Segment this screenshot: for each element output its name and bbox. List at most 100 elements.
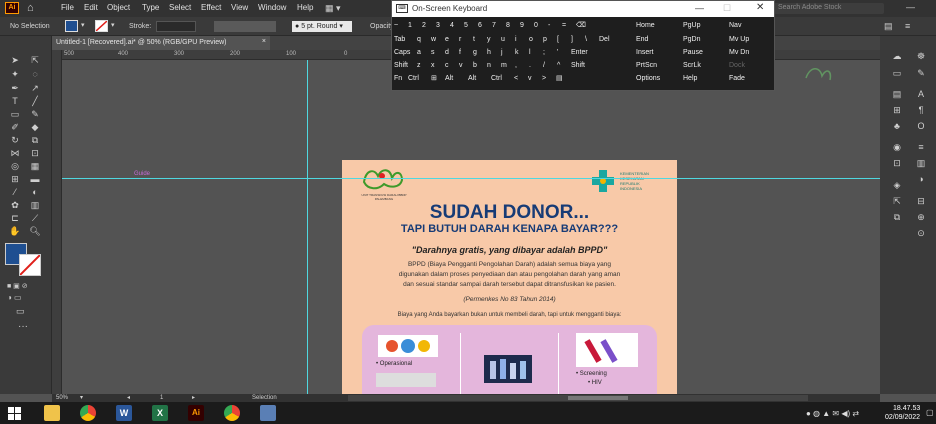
- layers-icon[interactable]: ▤: [890, 88, 904, 100]
- osk-maximize-icon[interactable]: ☐: [723, 3, 731, 14]
- osk-key[interactable]: j: [501, 47, 514, 59]
- export-icon[interactable]: ⇱: [890, 195, 904, 207]
- osk-key[interactable]: -: [548, 20, 561, 32]
- fill-dropdown-icon[interactable]: ▾: [81, 21, 85, 29]
- fill-swatch[interactable]: [65, 20, 78, 32]
- edit-toolbar-icon[interactable]: ···: [18, 321, 28, 332]
- vertical-guide[interactable]: [307, 60, 308, 394]
- pen-tool-icon[interactable]: ✒: [8, 82, 22, 94]
- osk-nav-key[interactable]: Nav: [729, 20, 773, 32]
- osk-key[interactable]: t: [473, 34, 486, 46]
- osk-key[interactable]: Enter: [571, 47, 593, 59]
- transform-icon[interactable]: ⊡: [890, 157, 904, 169]
- menu-object[interactable]: Object: [107, 3, 130, 12]
- eraser-tool-icon[interactable]: ◆: [28, 121, 42, 133]
- osk-nav-key[interactable]: PgDn: [683, 34, 727, 46]
- zoom-level[interactable]: 50%: [56, 395, 68, 401]
- osk-key[interactable]: ▤: [556, 73, 569, 85]
- osk-key[interactable]: ]: [571, 34, 584, 46]
- adobe-stock-search[interactable]: Search Adobe Stock: [774, 3, 884, 14]
- osk-key[interactable]: 4: [450, 20, 463, 32]
- osk-taskbar-icon[interactable]: [260, 405, 276, 421]
- shaper-tool-icon[interactable]: ✐: [8, 121, 22, 133]
- osk-key[interactable]: ~: [394, 20, 407, 32]
- osk-key[interactable]: q: [417, 34, 430, 46]
- artboard-tool-icon[interactable]: ⊏: [8, 212, 22, 224]
- minimize-icon[interactable]: —: [906, 2, 915, 12]
- notifications-icon[interactable]: ▢: [926, 408, 934, 417]
- direct-selection-tool-icon[interactable]: ⇱: [28, 54, 42, 66]
- osk-key[interactable]: n: [487, 60, 500, 72]
- osk-nav-key[interactable]: Pause: [683, 47, 727, 59]
- type-tool-icon[interactable]: T: [8, 95, 22, 107]
- shape-builder-tool-icon[interactable]: ◎: [8, 160, 22, 172]
- osk-key[interactable]: Caps: [394, 47, 416, 59]
- slice-tool-icon[interactable]: ⟋: [28, 212, 42, 224]
- mesh-tool-icon[interactable]: ⊞: [8, 173, 22, 185]
- paintbrush-tool-icon[interactable]: ✎: [28, 108, 42, 120]
- transparency-icon[interactable]: ◑: [914, 173, 928, 185]
- libraries-icon[interactable]: ☁: [890, 50, 904, 62]
- osk-minimize-icon[interactable]: —: [695, 3, 704, 13]
- osk-key[interactable]: h: [487, 47, 500, 59]
- osk-nav-key[interactable]: Options: [636, 73, 680, 85]
- panel-menu-icon[interactable]: ≡: [905, 21, 910, 31]
- osk-key[interactable]: s: [431, 47, 444, 59]
- artboards-icon[interactable]: ⧉: [890, 211, 904, 223]
- excel-icon[interactable]: X: [152, 405, 168, 421]
- pathfinder-icon[interactable]: ⊕: [914, 211, 928, 223]
- osk-key[interactable]: [: [557, 34, 570, 46]
- osk-key[interactable]: 5: [464, 20, 477, 32]
- clock-time[interactable]: 18.47.53: [893, 405, 920, 412]
- osk-key[interactable]: e: [445, 34, 458, 46]
- symbols-icon[interactable]: ☸: [914, 50, 928, 62]
- stroke-icon[interactable]: ≡: [914, 141, 928, 153]
- osk-key[interactable]: b: [473, 60, 486, 72]
- osk-nav-key[interactable]: End: [636, 34, 680, 46]
- menu-window[interactable]: Window: [258, 3, 286, 12]
- vertical-ruler[interactable]: [52, 50, 62, 394]
- osk-key[interactable]: 7: [492, 20, 505, 32]
- osk-key[interactable]: ,: [515, 60, 528, 72]
- menu-edit[interactable]: Edit: [84, 3, 98, 12]
- osk-key[interactable]: .: [529, 60, 542, 72]
- osk-key[interactable]: Ctrl: [408, 73, 430, 85]
- windows-start-icon[interactable]: [8, 407, 22, 420]
- hand-tool-icon[interactable]: ✋: [8, 225, 22, 237]
- osk-key[interactable]: ^: [557, 60, 570, 72]
- osk-key[interactable]: Alt: [445, 73, 467, 85]
- osk-nav-key[interactable]: Help: [683, 73, 727, 85]
- osk-key[interactable]: u: [501, 34, 514, 46]
- symbol-sprayer-tool-icon[interactable]: ✿: [8, 199, 22, 211]
- width-tool-icon[interactable]: ⋈: [8, 147, 22, 159]
- menu-help[interactable]: Help: [297, 3, 313, 12]
- selection-tool-icon[interactable]: ➤: [8, 54, 22, 66]
- stroke-dropdown-icon[interactable]: ▾: [111, 21, 115, 29]
- osk-nav-key[interactable]: ScrLk: [683, 60, 727, 72]
- osk-key[interactable]: Alt: [468, 73, 490, 85]
- brushes-icon[interactable]: ✎: [914, 67, 928, 79]
- osk-key[interactable]: Shift: [394, 60, 416, 72]
- osk-key[interactable]: Fn: [394, 73, 407, 85]
- osk-key[interactable]: 6: [478, 20, 491, 32]
- osk-titlebar[interactable]: ⌨ On-Screen Keyboard — ☐ ✕: [392, 1, 774, 17]
- system-tray-icons[interactable]: ● ◍ ▲ ✉ ◀) ⇄: [806, 409, 859, 418]
- word-icon[interactable]: W: [116, 405, 132, 421]
- canvas-area[interactable]: UNIT TRANSFUSI DARAH BBDP PALEMBANG KEME…: [62, 60, 880, 394]
- osk-key[interactable]: \: [585, 34, 598, 46]
- osk-key[interactable]: k: [515, 47, 528, 59]
- osk-key[interactable]: Tab: [394, 34, 416, 46]
- osk-key[interactable]: ⌫: [576, 20, 589, 32]
- line-tool-icon[interactable]: ╱: [28, 95, 42, 107]
- osk-key[interactable]: 9: [520, 20, 533, 32]
- stacks-icon[interactable]: ◈: [890, 179, 904, 191]
- drawing-mode-icon[interactable]: ◑ ▭: [7, 293, 45, 303]
- osk-key[interactable]: 0: [534, 20, 547, 32]
- home-icon[interactable]: ⌂: [27, 1, 41, 15]
- osk-key[interactable]: 1: [408, 20, 421, 32]
- osk-key[interactable]: =: [562, 20, 575, 32]
- osk-key[interactable]: v: [459, 60, 472, 72]
- variable-width-profile[interactable]: [214, 21, 276, 32]
- osk-nav-key[interactable]: PrtScn: [636, 60, 680, 72]
- osk-close-icon[interactable]: ✕: [756, 2, 764, 13]
